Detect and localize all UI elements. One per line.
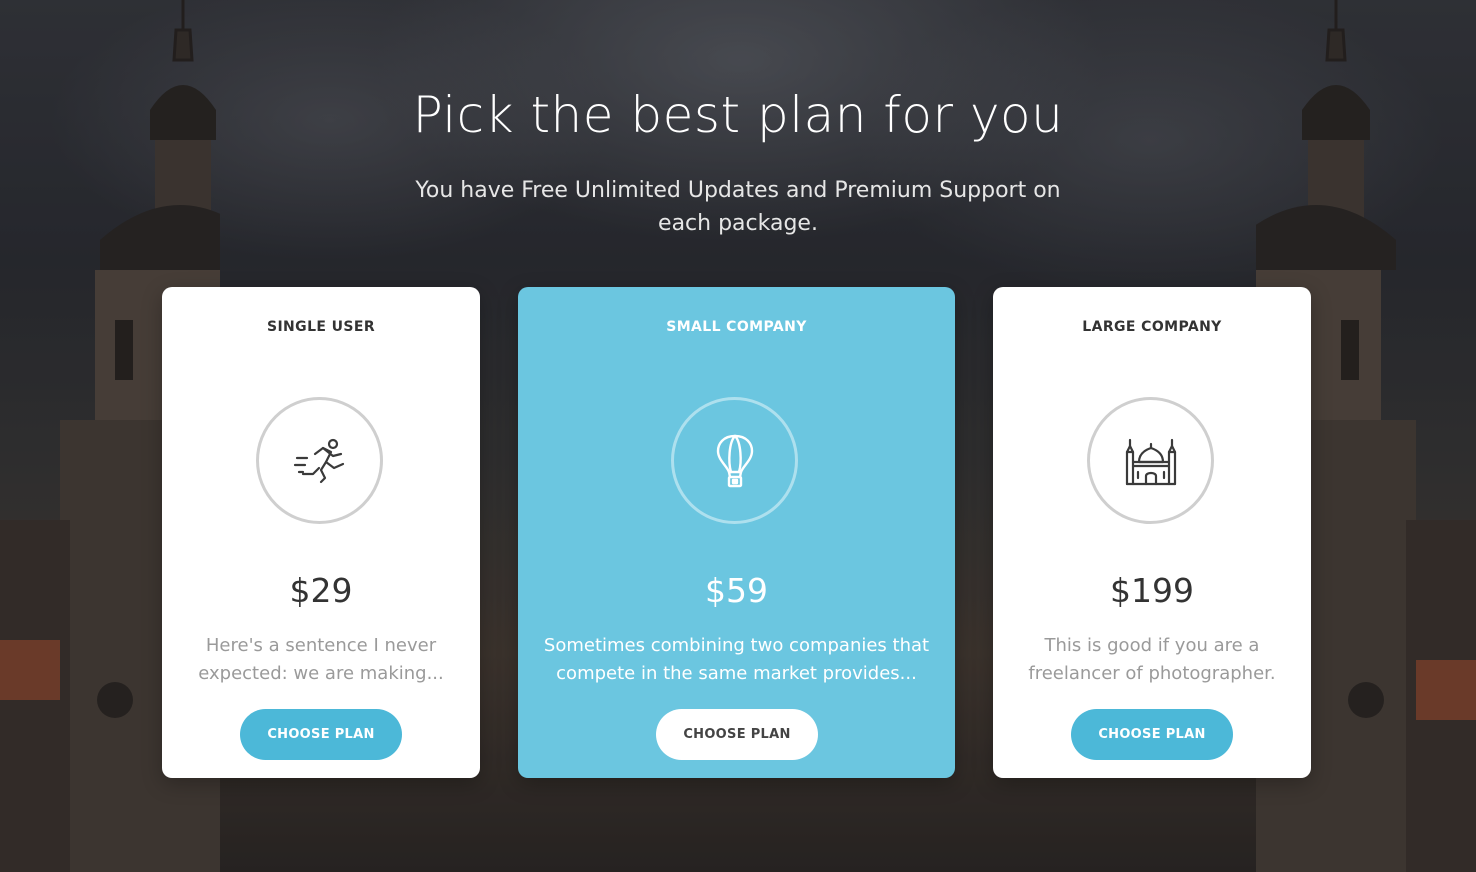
pricing-card-large-company: LARGE COMPANY $199 This is good if you a… bbox=[993, 287, 1311, 778]
pricing-card-small-company: SMALL COMPANY $59 Sometimes combining tw… bbox=[518, 287, 955, 778]
plan-price: $59 bbox=[705, 571, 768, 610]
mosque-icon bbox=[1125, 438, 1176, 485]
hot-air-balloon-icon bbox=[716, 434, 753, 487]
pricing-card-single-user: SINGLE USER $29 Here's a sentence I neve… bbox=[162, 287, 480, 778]
plan-icon-circle bbox=[671, 397, 798, 524]
plan-icon-circle bbox=[256, 397, 383, 524]
plan-name: LARGE COMPANY bbox=[1082, 319, 1222, 335]
choose-plan-button[interactable]: CHOOSE PLAN bbox=[240, 709, 402, 760]
plan-description: Sometimes combining two companies that c… bbox=[543, 635, 930, 684]
plan-icon-circle bbox=[1087, 397, 1214, 524]
plan-price: $29 bbox=[289, 571, 353, 610]
plan-name: SMALL COMPANY bbox=[666, 319, 807, 335]
page-subtitle: You have Free Unlimited Updates and Prem… bbox=[415, 178, 1061, 236]
page-title: Pick the best plan for you bbox=[412, 86, 1064, 144]
choose-plan-button[interactable]: CHOOSE PLAN bbox=[1071, 709, 1233, 760]
choose-plan-button[interactable]: CHOOSE PLAN bbox=[656, 709, 818, 760]
plan-description: Here's a sentence I never expected: we a… bbox=[198, 635, 444, 684]
plan-description: This is good if you are a freelancer of … bbox=[1028, 635, 1276, 684]
plan-price: $199 bbox=[1110, 571, 1194, 610]
plan-name: SINGLE USER bbox=[266, 319, 376, 335]
runner-icon bbox=[293, 438, 344, 483]
